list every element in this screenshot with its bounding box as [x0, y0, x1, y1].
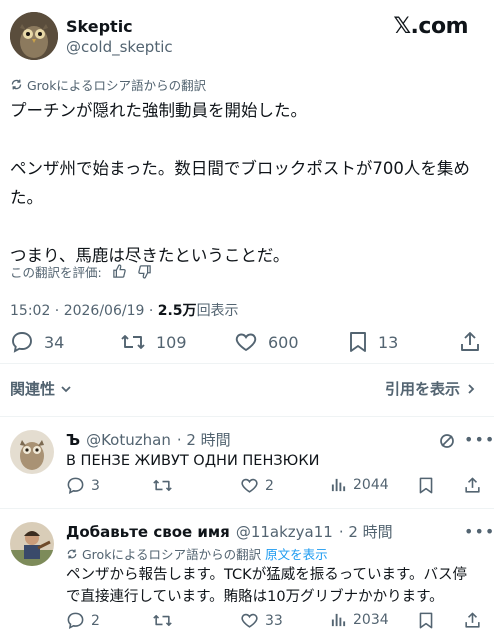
sort-relevance-dropdown[interactable]: 関連性	[10, 378, 73, 399]
post-line: ペンザ州で始まった。数日間でブロックポストが700人を集め	[10, 159, 470, 178]
repost-icon	[153, 479, 172, 492]
reply-author-handle[interactable]: @11akzya11	[236, 523, 333, 541]
reply-views-button[interactable]: 2034	[330, 611, 389, 628]
share-icon	[461, 332, 479, 351]
translate-icon	[11, 79, 22, 90]
reply-button[interactable]: 34	[10, 330, 64, 354]
share-button[interactable]	[458, 330, 482, 354]
view-quotes-link[interactable]: 引用を表示	[385, 378, 478, 399]
bookmark-icon	[350, 332, 366, 352]
share-icon[interactable]	[463, 611, 482, 630]
reply-avatar[interactable]	[10, 430, 54, 474]
reply-count: 34	[44, 332, 65, 352]
reply-like-button[interactable]: 33	[240, 611, 283, 630]
post-line	[10, 212, 486, 241]
reply-header: Добавьте свое имя @11akzya11 · 2 時間	[66, 521, 393, 542]
view-count: 2034	[353, 611, 389, 628]
chevron-down-icon	[61, 385, 71, 392]
reply-time: · 2 時間	[338, 523, 393, 541]
rate-translation: この翻訳を評価:	[10, 262, 152, 281]
views-icon	[331, 478, 346, 492]
reply-icon	[12, 332, 32, 353]
reply-like-button[interactable]: 2	[240, 476, 274, 495]
divider	[0, 363, 494, 364]
translation-label: Grokによるロシア語からの翻訳	[10, 75, 206, 94]
reply-count: 2	[91, 612, 100, 629]
reply-avatar[interactable]	[10, 522, 54, 566]
reply-time: · 2 時間	[176, 431, 231, 449]
more-options-icon[interactable]: •••	[464, 430, 494, 449]
like-count: 2	[265, 477, 274, 494]
post-line: プーチンが隠れた強制動員を開始した。	[10, 101, 307, 120]
post-meta: 15:02 · 2026/06/19 · 2.5万回表示	[10, 300, 239, 320]
views-icon	[331, 613, 346, 627]
bookmark-icon[interactable]	[418, 611, 434, 630]
reply-author-handle[interactable]: @Kotuzhan	[86, 431, 171, 449]
translation-label-text: Grokによるロシア語からの翻訳	[82, 547, 262, 562]
x-brand-logo: 𝕏.com	[393, 14, 468, 39]
post-actions: 34 109 600 13	[0, 330, 494, 360]
repost-button[interactable]: 109	[120, 330, 187, 354]
reply-reply-button[interactable]: 2	[66, 611, 100, 630]
author-name[interactable]: Skeptic	[66, 17, 133, 36]
bookmark-count: 13	[378, 332, 399, 352]
reply-repost-button[interactable]	[152, 611, 179, 630]
bookmark-button[interactable]: 13	[348, 330, 398, 354]
post-line: た。	[10, 188, 43, 207]
thumbs-up-icon[interactable]	[112, 264, 127, 279]
heart-icon	[235, 333, 257, 352]
reply-text-line: ペンザから報告します。TCKが猛威を振るっています。バス停	[66, 567, 468, 583]
translation-label-text: Grokによるロシア語からの翻訳	[27, 78, 207, 93]
repost-count: 109	[156, 332, 187, 352]
reply-text: ペンザから報告します。TCKが猛威を振るっています。バス停 で直接連行しています…	[66, 564, 467, 608]
sort-label: 関連性	[10, 380, 56, 398]
grok-translate-icon[interactable]	[438, 432, 456, 450]
post-line	[10, 125, 486, 154]
repost-icon	[153, 614, 172, 627]
view-label: 回表示	[196, 303, 239, 319]
reply-icon	[67, 477, 84, 495]
reply-repost-button[interactable]	[152, 476, 179, 495]
like-count: 33	[265, 612, 283, 629]
bookmark-icon[interactable]	[418, 476, 434, 495]
reply-author-name[interactable]: Ъ	[66, 431, 80, 449]
like-count: 600	[268, 332, 299, 352]
view-count: 2.5万	[157, 303, 197, 319]
heart-icon	[241, 613, 258, 628]
post-text: プーチンが隠れた強制動員を開始した。 ペンザ州で始まった。数日間でブロックポスト…	[10, 96, 486, 270]
reply-text-line: で直接連行しています。賄賂は10万グリブナかかります。	[66, 589, 444, 605]
like-button[interactable]: 600	[234, 330, 299, 354]
thumbs-down-icon[interactable]	[137, 264, 152, 279]
more-options-icon[interactable]: •••	[464, 522, 494, 541]
post-timestamp: 15:02 · 2026/06/19 ·	[10, 303, 158, 319]
view-quotes-label: 引用を表示	[384, 380, 460, 398]
view-count: 2044	[353, 476, 389, 493]
show-original-link[interactable]: 原文を表示	[265, 544, 328, 563]
repost-icon	[121, 335, 145, 349]
reply-reply-button[interactable]: 3	[66, 476, 100, 495]
author-avatar[interactable]	[10, 12, 58, 60]
share-icon[interactable]	[463, 476, 482, 495]
reply-icon	[67, 612, 84, 630]
reply-text: В ПЕНЗЕ ЖИВУТ ОДНИ ПЕНЗЮКИ	[66, 453, 320, 469]
reply-count: 3	[91, 477, 100, 494]
reply-views-button[interactable]: 2044	[330, 476, 389, 493]
translation-label: Grokによるロシア語からの翻訳 原文を表示	[66, 544, 328, 563]
rate-label: この翻訳を評価:	[10, 265, 102, 280]
divider	[0, 508, 494, 509]
translate-icon	[67, 549, 77, 558]
reply-header: Ъ @Kotuzhan · 2 時間	[66, 429, 231, 450]
divider	[0, 416, 494, 417]
chevron-right-icon	[468, 383, 475, 394]
heart-icon	[241, 478, 258, 493]
author-handle[interactable]: @cold_skeptic	[66, 38, 173, 56]
reply-author-name[interactable]: Добавьте свое имя	[66, 523, 230, 541]
